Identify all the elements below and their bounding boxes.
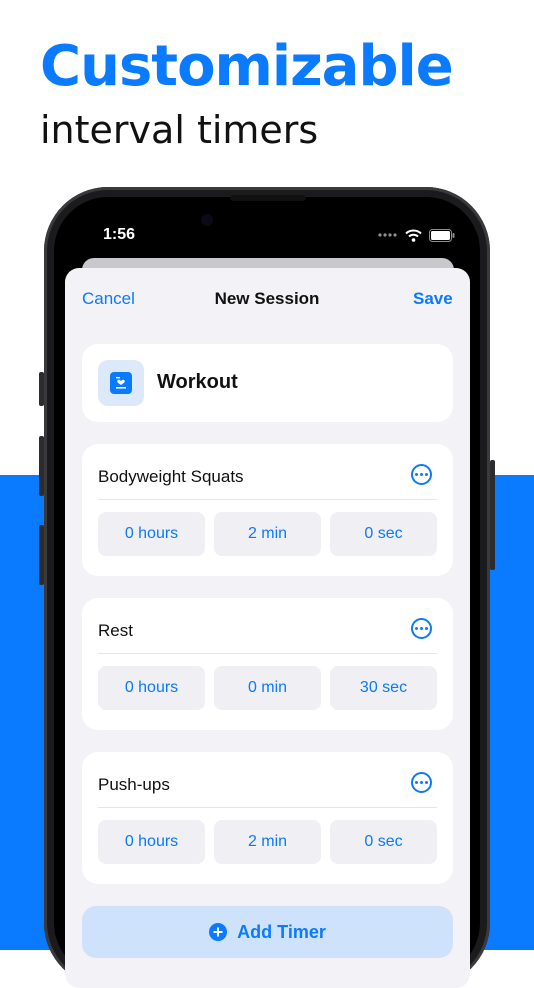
- timer-card: Rest 0 hours 0 min 30 sec: [82, 598, 453, 730]
- divider: [98, 499, 437, 500]
- phone-side-button: [39, 372, 44, 406]
- minutes-picker[interactable]: 2 min: [214, 512, 321, 556]
- save-button[interactable]: Save: [413, 289, 453, 309]
- minutes-picker[interactable]: 2 min: [214, 820, 321, 864]
- promo-subhead: interval timers: [40, 108, 319, 152]
- more-options-icon[interactable]: [411, 464, 432, 485]
- minutes-picker[interactable]: 0 min: [214, 666, 321, 710]
- seconds-picker[interactable]: 30 sec: [330, 666, 437, 710]
- phone-speaker: [230, 195, 306, 201]
- camera-icon: [201, 214, 213, 226]
- seconds-picker[interactable]: 0 sec: [330, 512, 437, 556]
- hours-picker[interactable]: 0 hours: [98, 512, 205, 556]
- divider: [98, 653, 437, 654]
- timer-name[interactable]: Rest: [98, 621, 133, 641]
- hours-picker[interactable]: 0 hours: [98, 666, 205, 710]
- signal-dots-icon: [378, 233, 397, 237]
- promo-headline: Customizable: [40, 34, 454, 99]
- add-timer-button[interactable]: Add Timer: [82, 906, 453, 958]
- session-name[interactable]: Workout: [157, 371, 238, 394]
- hours-picker[interactable]: 0 hours: [98, 820, 205, 864]
- divider: [98, 807, 437, 808]
- timer-name[interactable]: Push-ups: [98, 775, 170, 795]
- timer-name[interactable]: Bodyweight Squats: [98, 467, 244, 487]
- timer-card: Push-ups 0 hours 2 min 0 sec: [82, 752, 453, 884]
- add-timer-label: Add Timer: [237, 921, 326, 942]
- phone-volume-up: [39, 436, 44, 496]
- timer-card: Bodyweight Squats 0 hours 2 min 0 sec: [82, 444, 453, 576]
- session-name-card[interactable]: Workout: [82, 344, 453, 422]
- phone-volume-down: [39, 525, 44, 585]
- wifi-icon: [405, 229, 422, 242]
- battery-icon: [429, 228, 455, 242]
- status-time: 1:56: [103, 226, 136, 243]
- plus-circle-icon: [209, 923, 228, 941]
- phone-power-button: [490, 460, 495, 570]
- status-icons: [378, 226, 455, 244]
- nav-title: New Session: [214, 289, 320, 308]
- more-options-icon[interactable]: [411, 772, 432, 793]
- seconds-picker[interactable]: 0 sec: [330, 820, 437, 864]
- more-options-icon[interactable]: [411, 618, 432, 639]
- workout-list-icon[interactable]: [98, 360, 144, 406]
